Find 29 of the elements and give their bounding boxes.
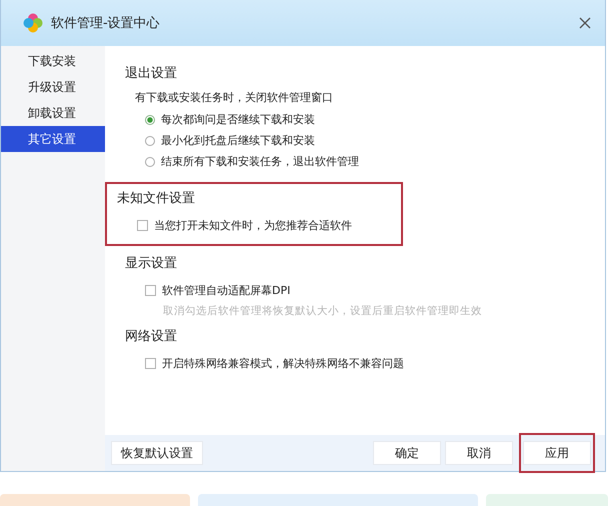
sidebar-item[interactable]: 其它设置 (1, 126, 105, 152)
section-title: 网络设置 (125, 328, 178, 345)
close-icon[interactable] (579, 17, 591, 29)
option-label: 每次都询问是否继续下载和安装 (161, 112, 315, 127)
option-label: 开启特殊网络兼容模式，解决特殊网络不兼容问题 (162, 356, 404, 371)
sidebar-item[interactable]: 升级设置 (1, 74, 105, 100)
option-label: 结束所有下载和安装任务，退出软件管理 (161, 154, 359, 169)
dialog-button[interactable]: 取消 (445, 441, 513, 465)
dialog-button[interactable]: 确定 (373, 441, 441, 465)
flower-logo-icon (23, 13, 43, 33)
option-label: 软件管理自动适配屏幕DPI (162, 283, 290, 298)
radio-button[interactable] (145, 136, 155, 146)
checkbox[interactable] (145, 285, 156, 296)
checkbox[interactable] (137, 220, 148, 231)
window-title: 软件管理-设置中心 (51, 15, 160, 32)
section-title: 未知文件设置 (117, 190, 196, 207)
dialog-button[interactable]: 应用 (523, 441, 591, 465)
radio-button[interactable] (145, 156, 155, 166)
hint-text: 取消勾选后软件管理将恢复默认大小，设置后重启软件管理即生效 (163, 304, 483, 319)
section-title: 显示设置 (125, 255, 178, 272)
reset-button[interactable]: 恢复默认设置 (111, 441, 203, 465)
sidebar-item[interactable]: 卸载设置 (1, 100, 105, 126)
sidebar-item[interactable]: 下载安装 (1, 48, 105, 74)
checkbox[interactable] (145, 358, 156, 369)
radio-button[interactable] (145, 114, 155, 124)
section-description: 有下载或安装任务时，关闭软件管理窗口 (134, 90, 334, 105)
section-title: 退出设置 (125, 65, 178, 82)
option-label: 当您打开未知文件时，为您推荐合适软件 (154, 218, 352, 233)
option-label: 最小化到托盘后继续下载和安装 (161, 133, 315, 148)
